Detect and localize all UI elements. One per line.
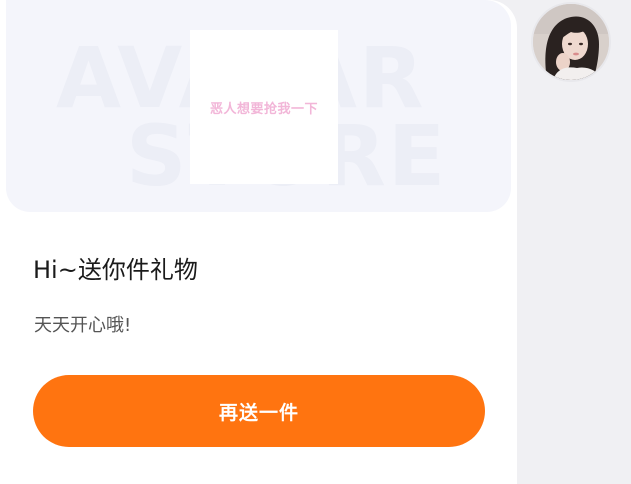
- user-avatar-photo-icon: [533, 4, 609, 80]
- resend-gift-button[interactable]: 再送一件: [33, 375, 485, 447]
- gift-banner: AVATAR STORE 恶人想要抢我一下: [6, 0, 511, 212]
- gift-message: 天天开心哦!: [34, 315, 132, 336]
- gift-image-text: 恶人想要抢我一下: [209, 101, 318, 117]
- gift-image[interactable]: 恶人想要抢我一下: [190, 30, 338, 184]
- sender-avatar[interactable]: [531, 2, 611, 82]
- gift-message-card: AVATAR STORE 恶人想要抢我一下 Hi~送你件礼物 天天开心哦! 再送…: [0, 0, 517, 484]
- gift-title: Hi~送你件礼物: [33, 256, 198, 284]
